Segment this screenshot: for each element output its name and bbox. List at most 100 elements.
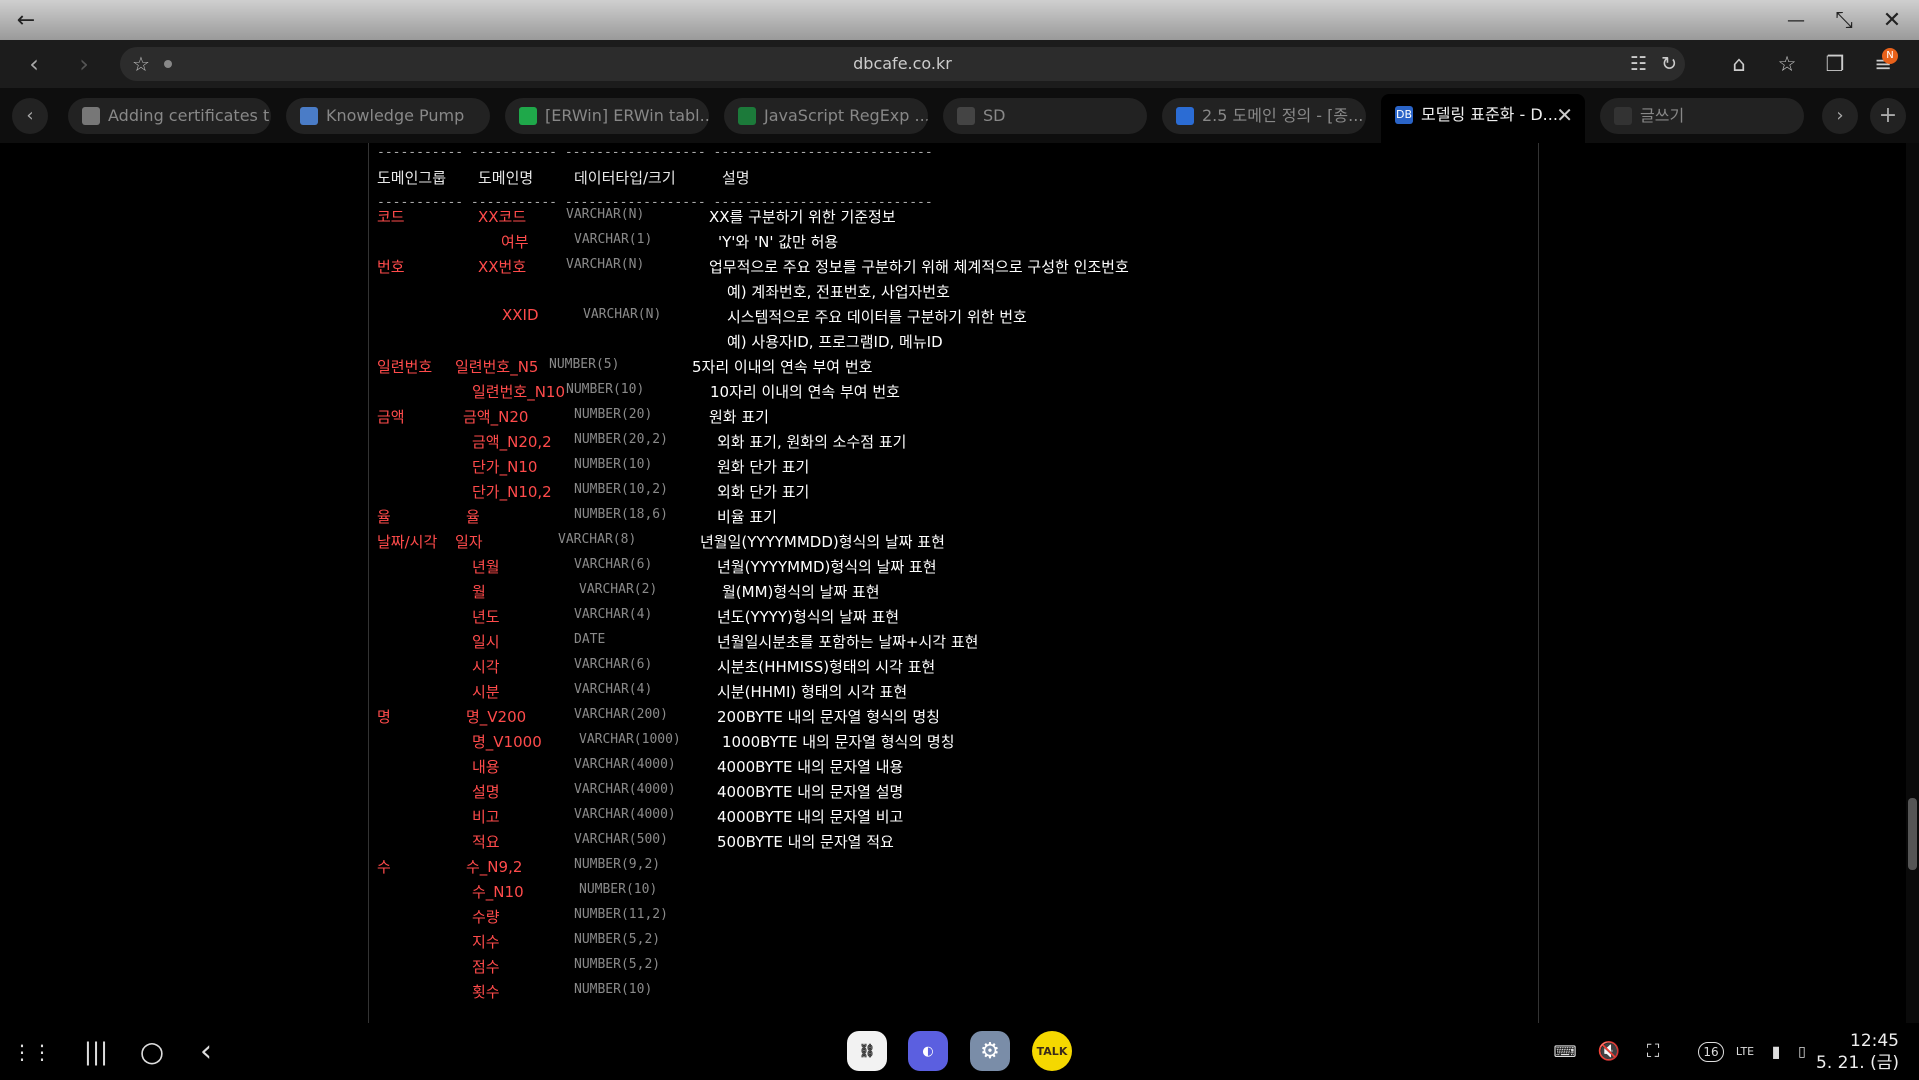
cell-data-type: VARCHAR(6): [574, 557, 653, 572]
close-window-icon[interactable]: ✕: [1872, 0, 1912, 40]
internet-app-icon[interactable]: ◐: [908, 1031, 948, 1071]
tab-7[interactable]: 글쓰기: [1600, 98, 1804, 134]
cell-domain-name: 명_V1000: [472, 733, 542, 751]
cell-data-type: NUMBER(20,2): [574, 432, 668, 447]
favicon-icon: [738, 107, 756, 125]
cell-domain-group: 날짜/시각: [377, 533, 438, 551]
cell-domain-group: 율: [377, 508, 391, 526]
cell-domain-name: 월: [472, 583, 486, 601]
cell-data-type: NUMBER(10): [579, 882, 658, 897]
cell-domain-name: 적요: [472, 833, 500, 851]
screenshot-icon[interactable]: ⛶: [1638, 1023, 1668, 1080]
cell-domain-name: 단가_N10,2: [472, 483, 552, 501]
keyboard-icon[interactable]: ⌨: [1550, 1023, 1580, 1080]
cell-domain-name: 단가_N10: [472, 458, 538, 476]
cell-data-type: VARCHAR(2): [579, 582, 658, 597]
cell-description: 년월(YYYYMMD)형식의 날짜 표현: [717, 558, 937, 576]
tab-label: [ERWin] ERWin tabl...: [545, 106, 709, 125]
cell-domain-name: 횟수: [472, 983, 500, 1001]
close-tab-icon[interactable]: ✕: [1556, 94, 1573, 136]
home-icon[interactable]: ⌂: [1716, 40, 1762, 88]
cell-description: 10자리 이내의 연속 부여 번호: [710, 383, 900, 401]
recents-icon[interactable]: |||: [76, 1023, 116, 1080]
tab-3[interactable]: JavaScript RegExp ...: [724, 98, 928, 134]
cell-domain-name: 지수: [472, 933, 500, 951]
cell-domain-name: XX번호: [478, 258, 527, 276]
tab-label: SD: [983, 106, 1006, 125]
cell-domain-name: 일시: [472, 633, 500, 651]
cell-description: 원화 표기: [709, 408, 769, 426]
cell-description: 'Y'와 'N' 값만 허용: [718, 233, 839, 251]
url-field[interactable]: ☆ dbcafe.co.kr ☷ ↻: [120, 47, 1685, 81]
cell-description: 500BYTE 내의 문자열 적요: [717, 833, 894, 851]
cell-domain-group: 명: [377, 708, 391, 726]
apps-grid-icon[interactable]: ⋮⋮: [12, 1023, 52, 1080]
scrollbar[interactable]: [1906, 143, 1919, 1023]
cell-data-type: VARCHAR(1): [574, 232, 653, 247]
header-domain-name: 도메인명: [478, 169, 534, 187]
bookmarks-icon[interactable]: ☆: [1764, 40, 1810, 88]
cell-data-type: VARCHAR(4000): [574, 757, 676, 772]
cell-description: 예) 사용자ID, 프로그램ID, 메뉴ID: [727, 333, 943, 351]
signal-icon: ▮: [1771, 1042, 1781, 1061]
window-titlebar: ← — ⤡ ✕: [0, 0, 1919, 40]
tab-label: 2.5 도메인 정의 - [종...: [1202, 106, 1364, 125]
tab-strip: ‹ Adding certificates t... Knowledge Pum…: [0, 88, 1919, 143]
system-back-icon[interactable]: ‹: [186, 1023, 226, 1080]
reload-icon[interactable]: ↻: [1661, 47, 1677, 81]
tabs-icon[interactable]: ❐: [1812, 40, 1858, 88]
tab-1[interactable]: Knowledge Pump: [286, 98, 490, 134]
back-icon[interactable]: ‹: [14, 40, 54, 88]
cell-description: 외화 단가 표기: [717, 483, 810, 501]
back-arrow-icon[interactable]: ←: [6, 0, 46, 40]
cell-domain-name: 시각: [472, 658, 500, 676]
cell-data-type: VARCHAR(8): [558, 532, 637, 547]
cell-data-type: VARCHAR(N): [566, 257, 645, 272]
tab-scroll-left-icon[interactable]: ‹: [12, 98, 48, 134]
tab-5[interactable]: 2.5 도메인 정의 - [종...: [1162, 98, 1366, 134]
cell-data-type: NUMBER(18,6): [574, 507, 668, 522]
notification-badge: N: [1882, 48, 1898, 64]
minimize-icon[interactable]: —: [1776, 0, 1816, 40]
cell-description: 년도(YYYY)형식의 날짜 표현: [717, 608, 900, 626]
cell-data-type: NUMBER(9,2): [574, 857, 661, 872]
cell-description: 4000BYTE 내의 문자열 내용: [717, 758, 904, 776]
tab-4[interactable]: SD: [943, 98, 1147, 134]
tab-2[interactable]: [ERWin] ERWin tabl...: [505, 98, 709, 134]
cell-data-type: VARCHAR(4): [574, 607, 653, 622]
forward-icon[interactable]: ›: [64, 40, 104, 88]
tab-label: 모델링 표준화 - D...: [1421, 105, 1558, 124]
home-button-icon[interactable]: ○: [132, 1023, 172, 1080]
new-tab-icon[interactable]: +: [1870, 98, 1906, 134]
cell-domain-name: 일자: [455, 533, 483, 551]
cell-domain-name: 수_N10: [472, 883, 524, 901]
reader-mode-icon[interactable]: ☷: [1630, 47, 1647, 81]
kakaotalk-app-icon[interactable]: TALK: [1032, 1031, 1072, 1071]
tab-0[interactable]: Adding certificates t...: [68, 98, 271, 134]
cell-description: 시분(HHMI) 형태의 시각 표현: [717, 683, 908, 701]
cell-domain-name: 내용: [472, 758, 500, 776]
cell-data-type: VARCHAR(1000): [579, 732, 681, 747]
system-taskbar: ⋮⋮ ||| ○ ‹ ⛓ ◐ ⚙ TALK ⌨ 🔇 ⛶ 16 LTE ▮ ▯ 1…: [0, 1023, 1919, 1080]
cell-description: 5자리 이내의 연속 부여 번호: [692, 358, 873, 376]
tab-scroll-right-icon[interactable]: ›: [1822, 98, 1858, 134]
cell-description: 시스템적으로 주요 데이터를 구분하기 위한 번호: [727, 308, 1027, 326]
mute-icon[interactable]: 🔇: [1594, 1023, 1624, 1080]
cell-data-type: NUMBER(5): [549, 357, 620, 372]
cell-description: 년월일시분초를 포함하는 날짜+시각 표현: [717, 633, 979, 651]
cell-data-type: NUMBER(5,2): [574, 932, 661, 947]
link-app-icon[interactable]: ⛓: [847, 1031, 887, 1071]
header-data-type: 데이터타입/크기: [574, 169, 676, 187]
address-bar: ‹ › ☆ dbcafe.co.kr ☷ ↻: [0, 40, 1919, 88]
tab-6-active[interactable]: DB 모델링 표준화 - D... ✕: [1381, 94, 1585, 143]
cell-data-type: NUMBER(5,2): [574, 957, 661, 972]
restore-icon[interactable]: ⤡: [1824, 0, 1864, 40]
cell-data-type: NUMBER(20): [574, 407, 653, 422]
url-text[interactable]: dbcafe.co.kr: [120, 47, 1685, 81]
scrollbar-thumb[interactable]: [1908, 798, 1917, 870]
cell-domain-name: 율: [466, 508, 480, 526]
cell-description: 4000BYTE 내의 문자열 비고: [717, 808, 904, 826]
menu-icon[interactable]: ≡: [1860, 40, 1906, 88]
tab-label: Knowledge Pump: [326, 106, 465, 125]
settings-app-icon[interactable]: ⚙: [970, 1031, 1010, 1071]
